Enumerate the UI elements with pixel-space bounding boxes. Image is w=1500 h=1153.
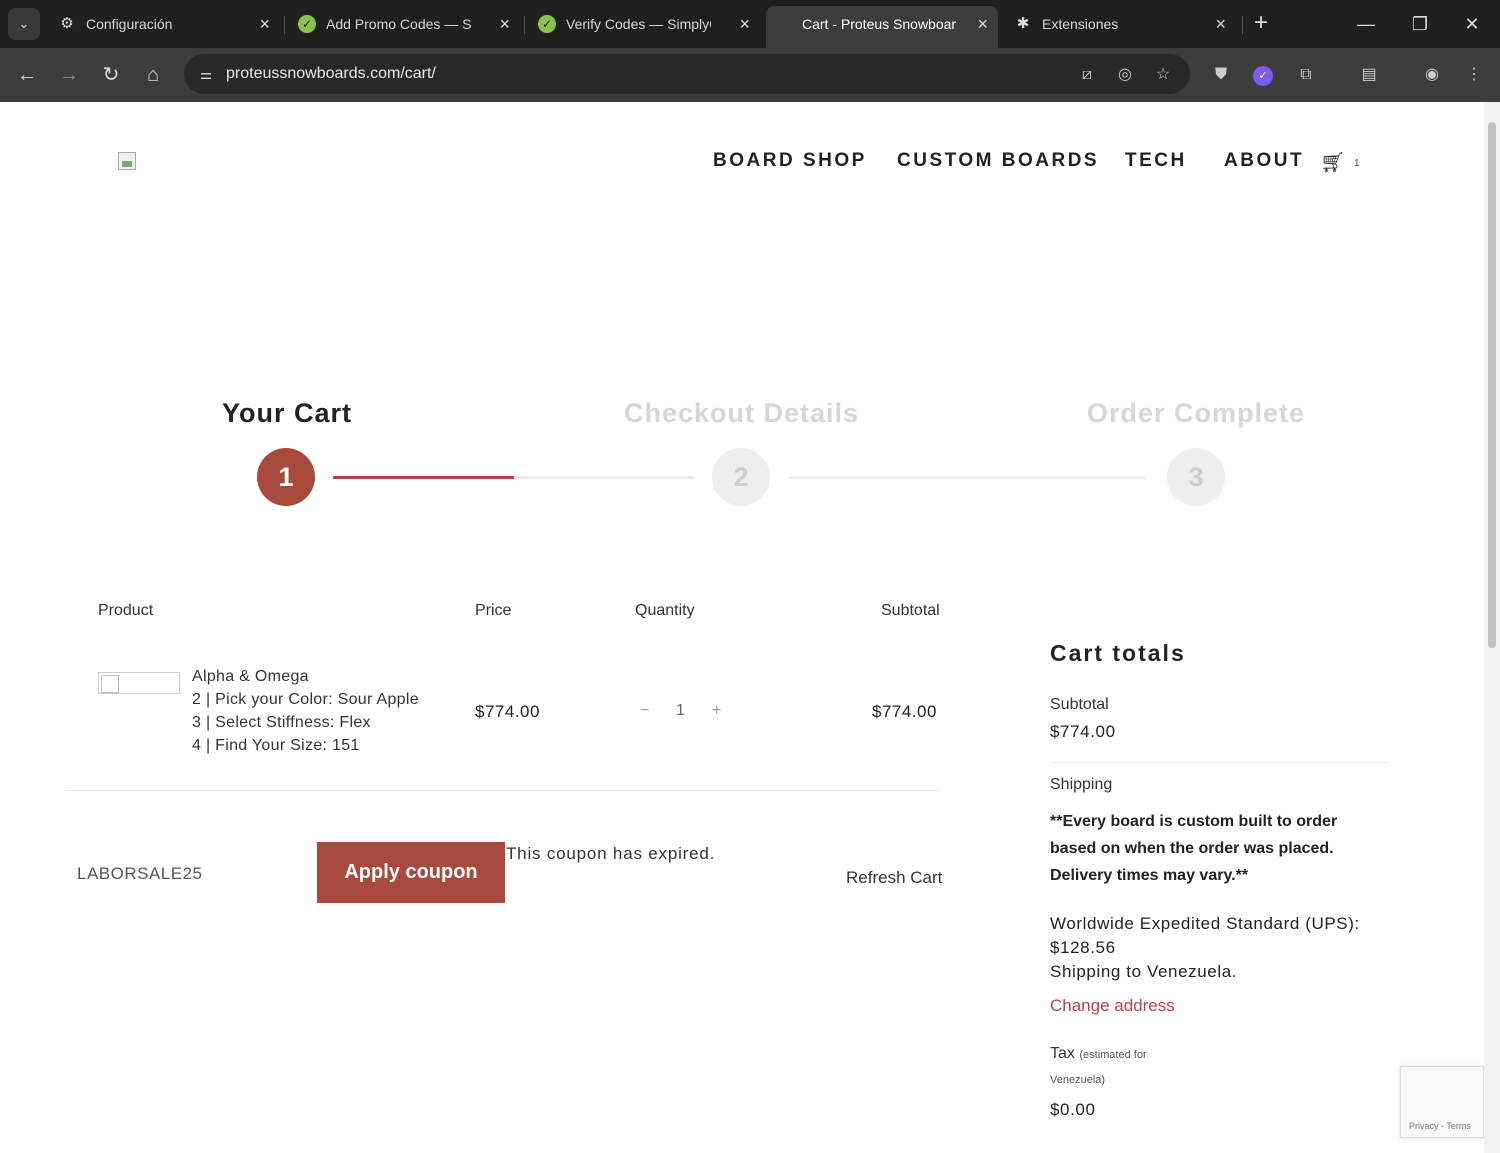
step-title-checkout-details: Checkout Details: [624, 398, 860, 428]
menu-kebab-icon[interactable]: ⋮: [1461, 62, 1487, 88]
quantity-increase-button[interactable]: +: [712, 702, 721, 720]
tax-label: Tax: [1050, 1045, 1075, 1062]
cart-totals-title: Cart totals: [1050, 640, 1186, 666]
recaptcha-terms[interactable]: Privacy - Terms: [1409, 1121, 1471, 1131]
column-header-subtotal: Subtotal: [881, 602, 940, 619]
product-thumbnail[interactable]: [98, 672, 180, 694]
close-tab-icon[interactable]: ×: [259, 6, 270, 42]
page-scrollbar[interactable]: [1484, 102, 1500, 1153]
item-subtotal: $774.00: [872, 702, 937, 721]
scrollbar-thumb[interactable]: [1488, 122, 1496, 648]
totals-shipping-label: Shipping: [1050, 776, 1113, 793]
clipboard-icon[interactable]: ▤: [1356, 62, 1382, 88]
eye-off-icon[interactable]: ◎: [1114, 64, 1136, 86]
home-button[interactable]: ⌂: [138, 60, 168, 90]
cart-divider: [66, 790, 940, 791]
progress-track: [789, 476, 1145, 479]
step-title-order-complete: Order Complete: [1087, 398, 1306, 428]
apply-coupon-button[interactable]: Apply coupon: [317, 842, 505, 903]
tax-estimate-country: Venezuela): [1050, 1074, 1106, 1086]
shipping-note: **Every board is custom built to order b…: [1050, 813, 1338, 884]
close-tab-icon[interactable]: ×: [739, 6, 750, 42]
url-text[interactable]: proteussnowboards.com/cart/: [226, 54, 436, 94]
browser-chrome: ⌄ ⚙ Configuración × ✓ Add Promo Codes — …: [0, 0, 1500, 102]
site-info-icon[interactable]: ⚌: [196, 64, 216, 84]
address-bar[interactable]: ⚌ proteussnowboards.com/cart/ ⧄ ◎ ☆: [184, 54, 1190, 94]
totals-subtotal-value: $774.00: [1050, 722, 1116, 741]
totals-divider: [1050, 762, 1390, 763]
new-tab-button[interactable]: +: [1248, 8, 1274, 40]
progress-fill: [333, 476, 514, 479]
close-tab-icon[interactable]: ×: [499, 6, 510, 42]
recaptcha-badge[interactable]: Privacy - Terms: [1400, 1066, 1484, 1138]
column-header-product: Product: [98, 602, 154, 619]
coupon-error-message: This coupon has expired.: [506, 844, 716, 863]
tax-value: $0.00: [1050, 1100, 1096, 1119]
cast-blocked-icon[interactable]: ⧄: [1076, 64, 1098, 86]
nav-custom-boards[interactable]: CUSTOM BOARDS: [897, 150, 1099, 172]
extensions-puzzle-icon[interactable]: ⧉: [1293, 62, 1319, 88]
step-title-your-cart: Your Cart: [222, 398, 353, 428]
simplycodes-icon: ✓: [298, 15, 316, 33]
change-address-link[interactable]: Change address: [1050, 996, 1175, 1016]
column-header-price: Price: [475, 602, 512, 619]
page-content: BOARD SHOP CUSTOM BOARDS TECH ABOUT 🛒︎ 1…: [0, 102, 1484, 1153]
extension-badge-icon[interactable]: ✓: [1250, 62, 1276, 88]
tab-separator: [284, 16, 285, 34]
tab-cart-active[interactable]: Cart - Proteus Snowboar ×: [766, 6, 998, 48]
tab-strip: ⌄ ⚙ Configuración × ✓ Add Promo Codes — …: [0, 0, 1500, 48]
product-option-color: 2 | Pick your Color: Sour Apple: [192, 691, 419, 708]
tax-label-row: Tax (estimated for: [1050, 1045, 1147, 1063]
refresh-cart-button[interactable]: Refresh Cart: [846, 868, 942, 888]
puzzle-icon: ✱: [1016, 15, 1030, 32]
restore-button[interactable]: ❐: [1400, 8, 1440, 40]
column-header-quantity: Quantity: [635, 602, 695, 619]
tax-estimate-note: (estimated for: [1079, 1049, 1147, 1061]
tab-verify-codes[interactable]: ✓ Verify Codes — SimplyC ×: [528, 6, 760, 42]
tab-separator: [1242, 16, 1243, 34]
shipping-method: Worldwide Expedited Standard (UPS):: [1050, 914, 1360, 933]
shipping-cost: $128.56: [1050, 938, 1116, 957]
item-price: $774.00: [475, 702, 540, 721]
tab-extensiones[interactable]: ✱ Extensiones ×: [1004, 6, 1236, 42]
browser-toolbar: ← → ↻ ⌂ ⚌ proteussnowboards.com/cart/ ⧄ …: [0, 48, 1500, 102]
minimize-button[interactable]: —: [1346, 8, 1386, 40]
cart-count: 1: [1354, 158, 1360, 169]
reload-button[interactable]: ↻: [96, 60, 126, 90]
nav-about[interactable]: ABOUT: [1224, 150, 1304, 172]
quantity-value[interactable]: 1: [676, 702, 685, 720]
product-option-stiffness: 3 | Select Stiffness: Flex: [192, 714, 371, 731]
profile-icon[interactable]: ◉: [1419, 62, 1445, 88]
shield-icon[interactable]: ⛊: [1208, 62, 1234, 88]
close-window-button[interactable]: ✕: [1452, 8, 1492, 40]
nav-tech[interactable]: TECH: [1125, 150, 1187, 172]
back-button[interactable]: ←: [12, 60, 42, 90]
step-circle-3: 3: [1167, 448, 1225, 506]
site-logo-broken-image[interactable]: [118, 152, 136, 170]
gear-icon: ⚙: [60, 15, 74, 32]
bookmark-star-icon[interactable]: ☆: [1152, 64, 1174, 86]
product-name[interactable]: Alpha & Omega: [192, 668, 309, 686]
totals-subtotal-label: Subtotal: [1050, 696, 1109, 713]
tab-configuracion[interactable]: ⚙ Configuración ×: [48, 6, 280, 42]
simplycodes-icon: ✓: [538, 15, 556, 33]
close-tab-icon[interactable]: ×: [977, 6, 988, 42]
quantity-decrease-button[interactable]: −: [640, 702, 649, 720]
step-circle-1: 1: [257, 448, 315, 506]
tab-add-promo-codes[interactable]: ✓ Add Promo Codes — Sim ×: [288, 6, 520, 42]
tab-search-button[interactable]: ⌄: [8, 8, 40, 40]
forward-button[interactable]: →: [54, 60, 84, 90]
shipping-destination: Shipping to Venezuela.: [1050, 962, 1238, 981]
close-tab-icon[interactable]: ×: [1215, 6, 1226, 42]
cart-icon[interactable]: 🛒︎: [1320, 150, 1345, 175]
coupon-code-input[interactable]: [66, 846, 306, 902]
step-circle-2: 2: [712, 448, 770, 506]
product-option-size: 4 | Find Your Size: 151: [192, 737, 360, 754]
tab-separator: [524, 16, 525, 34]
nav-board-shop[interactable]: BOARD SHOP: [713, 150, 867, 172]
